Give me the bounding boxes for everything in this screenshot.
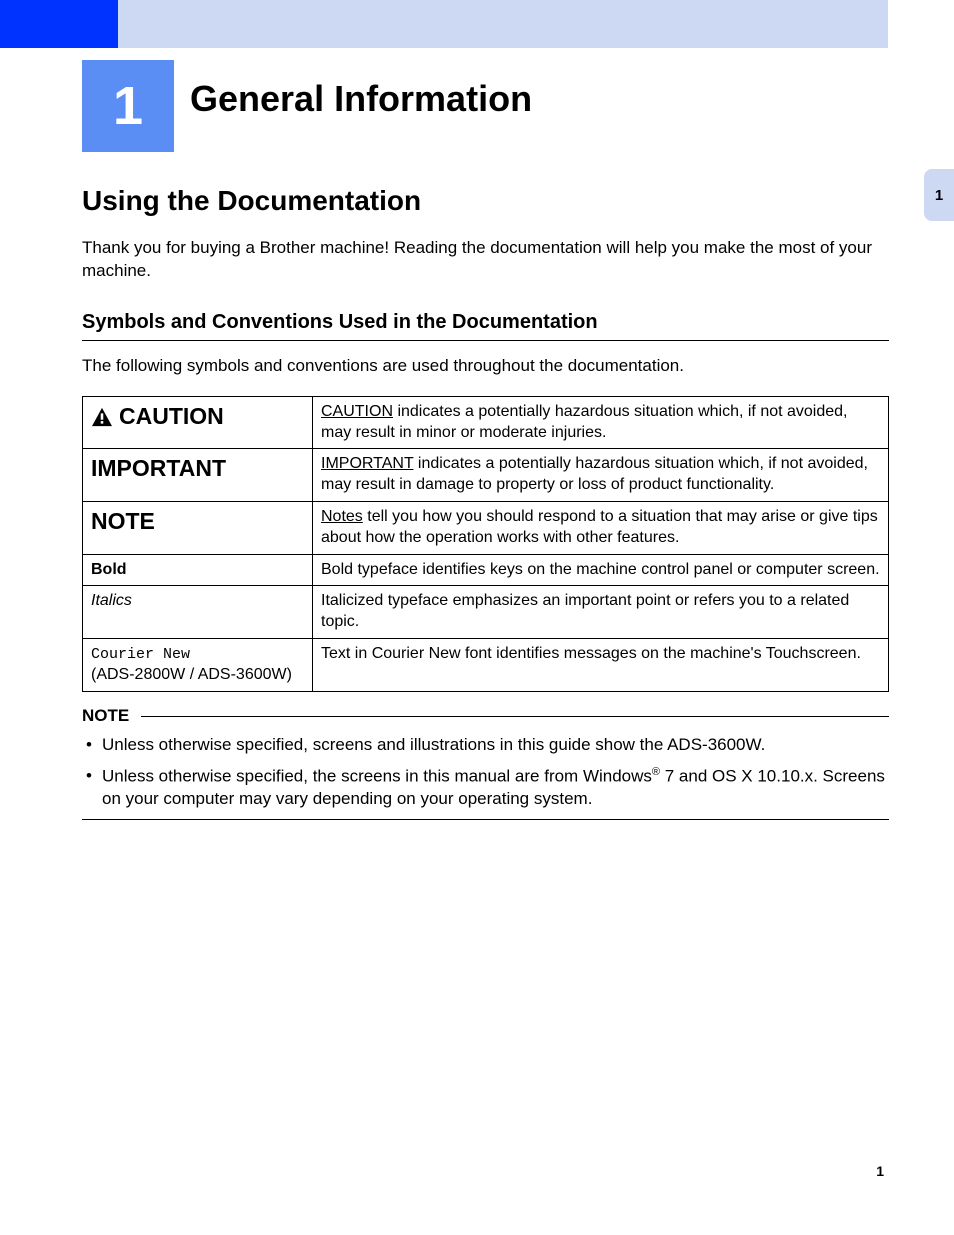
note-box: NOTE Unless otherwise specified, screens…	[82, 706, 889, 830]
table-row: Courier New (ADS-2800W / ADS-3600W) Text…	[83, 638, 889, 691]
courier-label: Courier New	[91, 646, 190, 663]
note-list: Unless otherwise specified, screens and …	[82, 734, 889, 811]
header-blue-block	[0, 0, 118, 48]
chapter-number-box: 1	[82, 60, 174, 152]
caution-text: CAUTION	[119, 402, 224, 432]
conventions-table: CAUTION CAUTION indicates a potentially …	[82, 396, 889, 692]
section-title: Using the Documentation	[82, 185, 889, 217]
note-bottom-rule	[82, 819, 889, 820]
subsection-rule	[82, 340, 889, 341]
warning-icon	[91, 407, 113, 427]
subsection-title: Symbols and Conventions Used in the Docu…	[82, 311, 889, 334]
note-box-rule	[141, 716, 889, 717]
page-number: 1	[876, 1163, 884, 1179]
note-box-header: NOTE	[82, 706, 889, 726]
header-light-block	[118, 0, 888, 48]
section-intro: Thank you for buying a Brother machine! …	[82, 237, 889, 283]
list-item: Unless otherwise specified, the screens …	[82, 765, 889, 812]
table-row: Bold Bold typeface identifies keys on th…	[83, 554, 889, 586]
side-tab: 1	[924, 169, 954, 221]
courier-sub: (ADS-2800W / ADS-3600W)	[91, 666, 292, 683]
caution-label: CAUTION	[91, 402, 224, 432]
table-row: NOTE Notes tell you how you should respo…	[83, 502, 889, 555]
caution-desc: CAUTION indicates a potentially hazardou…	[313, 396, 889, 449]
subsection-intro: The following symbols and conventions ar…	[82, 355, 889, 378]
list-item: Unless otherwise specified, screens and …	[82, 734, 889, 757]
note-desc: Notes tell you how you should respond to…	[313, 502, 889, 555]
note-box-label: NOTE	[82, 706, 141, 726]
table-row: IMPORTANT IMPORTANT indicates a potentia…	[83, 449, 889, 502]
italics-desc: Italicized typeface emphasizes an import…	[313, 586, 889, 639]
courier-label-cell: Courier New (ADS-2800W / ADS-3600W)	[83, 638, 313, 691]
note-label: NOTE	[91, 507, 155, 537]
bold-desc: Bold typeface identifies keys on the mac…	[313, 554, 889, 586]
chapter-title: General Information	[190, 78, 532, 120]
important-desc: IMPORTANT indicates a potentially hazard…	[313, 449, 889, 502]
courier-desc: Text in Courier New font identifies mess…	[313, 638, 889, 691]
page-content: Using the Documentation Thank you for bu…	[82, 185, 889, 830]
bold-label: Bold	[91, 561, 127, 578]
italics-label: Italics	[91, 592, 132, 609]
important-label: IMPORTANT	[91, 454, 226, 484]
table-row: CAUTION CAUTION indicates a potentially …	[83, 396, 889, 449]
table-row: Italics Italicized typeface emphasizes a…	[83, 586, 889, 639]
